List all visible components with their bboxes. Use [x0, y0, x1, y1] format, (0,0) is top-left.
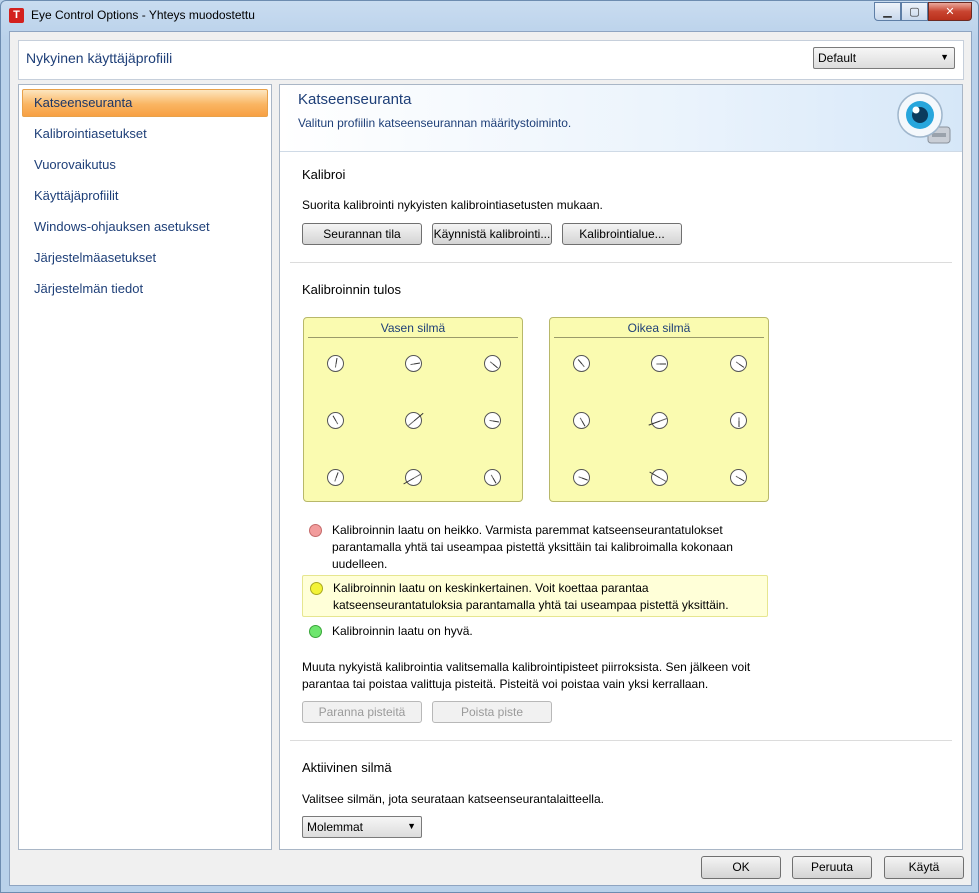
legend-good: Kalibroinnin laatu on hyvä.	[302, 623, 768, 643]
yellow-dot-icon	[310, 582, 323, 595]
window-title: Eye Control Options - Yhteys muodostettu	[31, 8, 255, 22]
legend-poor: Kalibroinnin laatu on heikko. Varmista p…	[302, 522, 768, 576]
left-eye-calibration-point[interactable]	[327, 355, 344, 372]
sidebar: Katseenseuranta Kalibrointiasetukset Vuo…	[18, 84, 272, 850]
left-eye-plot[interactable]: Vasen silmä	[303, 317, 523, 502]
right-eye-plot[interactable]: Oikea silmä	[549, 317, 769, 502]
left-eye-calibration-point[interactable]	[484, 412, 501, 429]
result-heading: Kalibroinnin tulos	[302, 282, 402, 297]
right-eye-calibration-point[interactable]	[730, 469, 747, 486]
improve-points-button[interactable]: Paranna pisteitä	[302, 701, 422, 723]
profile-bar: Nykyinen käyttäjäprofiili Default ▼	[18, 40, 964, 80]
legend-good-text: Kalibroinnin laatu on hyvä.	[332, 624, 473, 638]
app-icon: T	[9, 8, 24, 23]
left-eye-calibration-point[interactable]	[327, 412, 344, 429]
maximize-button[interactable]: ▢	[901, 2, 928, 21]
divider	[290, 740, 952, 741]
active-eye-dropdown[interactable]: Molemmat ▼	[302, 816, 422, 838]
sidebar-item-kayttajaprofiilit[interactable]: Käyttäjäprofiilit	[22, 182, 268, 210]
calibrate-heading: Kalibroi	[302, 167, 346, 182]
ok-button[interactable]: OK	[701, 856, 781, 879]
green-dot-icon	[309, 625, 322, 638]
left-eye-calibration-point[interactable]	[403, 469, 422, 486]
right-eye-calibration-point[interactable]	[649, 469, 668, 486]
tracking-status-button[interactable]: Seurannan tila	[302, 223, 422, 245]
left-eye-calibration-point[interactable]	[405, 412, 424, 429]
close-button[interactable]: ✕	[928, 2, 972, 21]
page-subtitle: Valitun profiilin katseenseurannan määri…	[298, 116, 572, 130]
divider	[290, 262, 952, 263]
profile-dropdown-value: Default	[818, 51, 857, 65]
right-eye-title: Oikea silmä	[554, 321, 764, 338]
right-eye-calibration-point[interactable]	[730, 412, 747, 429]
active-eye-heading: Aktiivinen silmä	[302, 760, 392, 775]
window-controls: ▁ ▢ ✕	[874, 2, 972, 21]
sidebar-item-katseenseuranta[interactable]: Katseenseuranta	[22, 89, 268, 117]
sidebar-item-jarjestelman-tiedot[interactable]: Järjestelmän tiedot	[22, 275, 268, 303]
client-area: Nykyinen käyttäjäprofiili Default ▼ Kats…	[9, 31, 972, 886]
calibration-area-button[interactable]: Kalibrointialue...	[562, 223, 682, 245]
profile-label: Nykyinen käyttäjäprofiili	[26, 50, 173, 66]
chevron-down-icon: ▼	[940, 52, 949, 62]
legend-medium-text: Kalibroinnin laatu on keskinkertainen. V…	[333, 581, 729, 612]
right-eye-calibration-point[interactable]	[573, 412, 590, 429]
remove-point-button[interactable]: Poista piste	[432, 701, 552, 723]
red-dot-icon	[309, 524, 322, 537]
main-panel: Katseenseuranta Valitun profiilin katsee…	[279, 84, 963, 850]
sidebar-item-vuorovaikutus[interactable]: Vuorovaikutus	[22, 151, 268, 179]
eye-tracker-icon	[897, 92, 951, 144]
page-title: Katseenseuranta	[298, 91, 412, 108]
sidebar-item-kalibrointiasetukset[interactable]: Kalibrointiasetukset	[22, 120, 268, 148]
minimize-button[interactable]: ▁	[874, 2, 901, 21]
right-eye-calibration-point[interactable]	[651, 355, 668, 372]
left-eye-calibration-point[interactable]	[327, 469, 344, 486]
legend-medium: Kalibroinnin laatu on keskinkertainen. V…	[302, 575, 768, 617]
left-eye-calibration-point[interactable]	[484, 355, 501, 372]
sidebar-item-windows-ohjaus[interactable]: Windows-ohjauksen asetukset	[22, 213, 268, 241]
profile-dropdown[interactable]: Default ▼	[813, 47, 955, 69]
left-eye-calibration-point[interactable]	[405, 355, 422, 372]
left-eye-title: Vasen silmä	[308, 321, 518, 338]
left-eye-calibration-point[interactable]	[484, 469, 501, 486]
legend-poor-text: Kalibroinnin laatu on heikko. Varmista p…	[332, 523, 733, 571]
calibrate-description: Suorita kalibrointi nykyisten kalibroint…	[302, 198, 603, 212]
edit-help-text: Muuta nykyistä kalibrointia valitsemalla…	[302, 660, 751, 691]
right-eye-calibration-point[interactable]	[573, 469, 590, 486]
active-eye-value: Molemmat	[307, 820, 364, 834]
cancel-button[interactable]: Peruuta	[792, 856, 872, 879]
right-eye-calibration-point[interactable]	[648, 412, 668, 429]
title-bar[interactable]: T Eye Control Options - Yhteys muodostet…	[1, 1, 978, 29]
right-eye-calibration-point[interactable]	[730, 355, 747, 372]
application-window: T Eye Control Options - Yhteys muodostet…	[0, 0, 979, 893]
main-header: Katseenseuranta Valitun profiilin katsee…	[280, 85, 962, 152]
right-eye-calibration-point[interactable]	[573, 355, 590, 372]
active-eye-description: Valitsee silmän, jota seurataan katseens…	[302, 792, 604, 806]
start-calibration-button[interactable]: Käynnistä kalibrointi...	[432, 223, 552, 245]
apply-button[interactable]: Käytä	[884, 856, 964, 879]
sidebar-item-jarjestelmaasetukset[interactable]: Järjestelmäasetukset	[22, 244, 268, 272]
chevron-down-icon: ▼	[407, 821, 416, 831]
